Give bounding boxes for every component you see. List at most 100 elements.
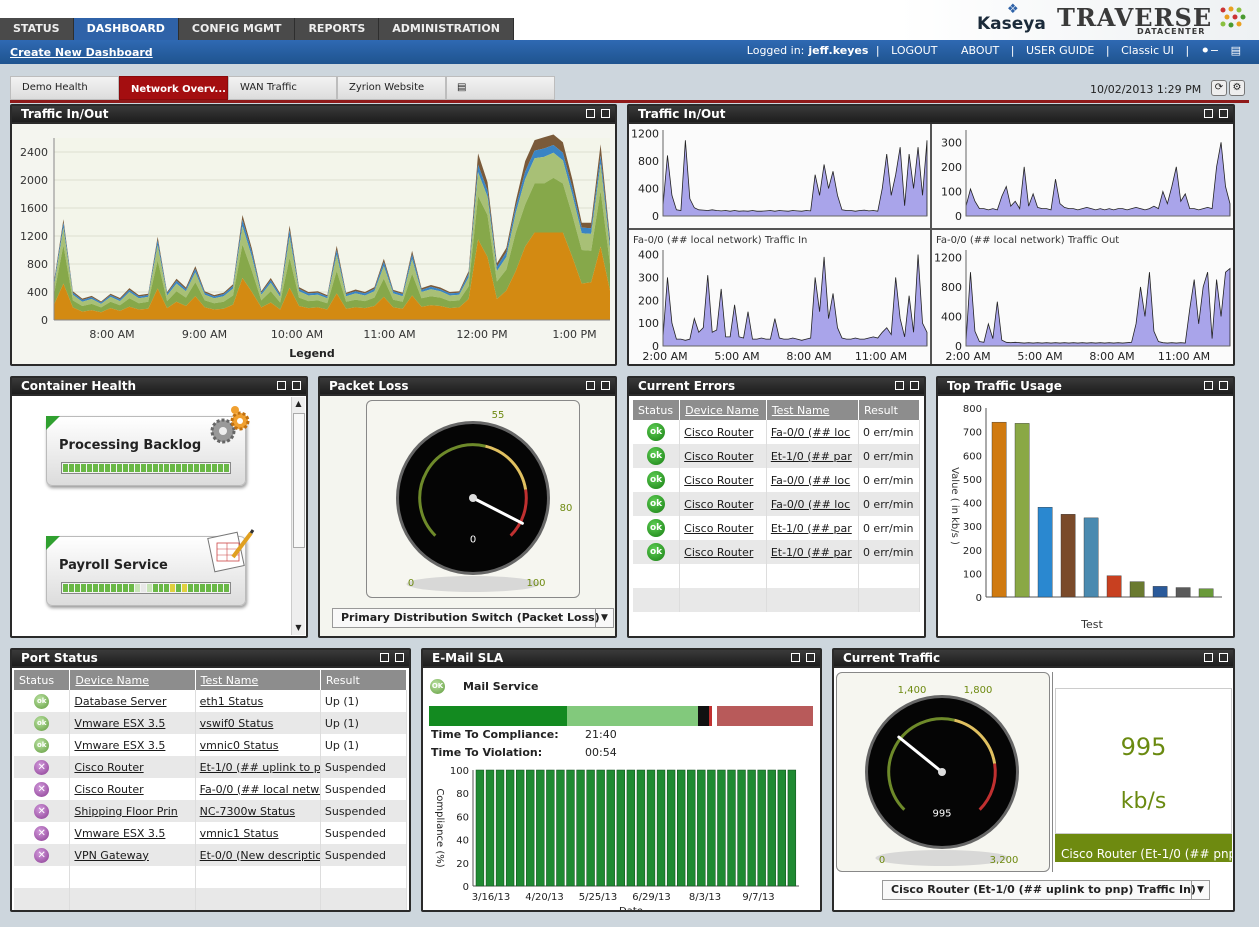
table-row[interactable]: ok Cisco Router Fa-0/0 (## loc 0 err/min <box>633 420 921 444</box>
device-link[interactable]: Cisco Router <box>684 426 753 439</box>
export-icon[interactable]: ▤ <box>1231 44 1241 57</box>
table-row[interactable]: ✕ Cisco Router Fa-0/0 (## local network)… <box>14 778 408 800</box>
device-link[interactable]: Cisco Router <box>684 450 753 463</box>
dashboard-tab-zyrion-website[interactable]: Zyrion Website <box>337 76 446 100</box>
test-name-cell[interactable]: Fa-0/0 (## loc <box>766 420 859 444</box>
maximize-icon[interactable] <box>1219 109 1228 118</box>
popout-icon[interactable] <box>1204 653 1213 662</box>
table-row[interactable]: ok Database Server eth1 Status Up (1) <box>14 690 408 712</box>
settings-icon[interactable]: ⚙ <box>1229 80 1245 96</box>
container-item[interactable]: Payroll Service <box>46 529 255 606</box>
dashboard-tab-wan-traffic[interactable]: WAN Traffic <box>228 76 337 100</box>
refresh-icon[interactable]: ⟳ <box>1211 80 1227 96</box>
test-link[interactable]: Et-0/0 (New description) Stat <box>200 849 320 862</box>
popout-icon[interactable] <box>380 653 389 662</box>
device-name-cell[interactable]: Cisco Router <box>69 756 196 778</box>
dashboard-tab-network-overview[interactable]: Network Overv... <box>119 76 228 100</box>
logout-link[interactable]: LOGOUT <box>891 44 937 57</box>
device-name-cell[interactable]: Cisco Router <box>679 420 767 444</box>
device-link[interactable]: Cisco Router <box>684 546 753 559</box>
scroll-up-icon[interactable]: ▲ <box>292 397 305 411</box>
test-link[interactable]: Et-1/0 (## par <box>771 546 852 559</box>
col-status[interactable]: Status <box>14 670 71 690</box>
popout-icon[interactable] <box>791 653 800 662</box>
col-test-name[interactable]: Test Name <box>195 670 321 690</box>
device-link[interactable]: Cisco Router <box>684 522 753 535</box>
test-name-cell[interactable]: vswif0 Status <box>195 712 321 734</box>
test-name-cell[interactable]: vmnic1 Status <box>195 822 321 844</box>
device-link[interactable]: Cisco Router <box>684 474 753 487</box>
col-test-name[interactable]: Test Name <box>766 400 859 420</box>
test-name-cell[interactable]: Et-1/0 (## par <box>766 540 859 564</box>
maximize-icon[interactable] <box>395 653 404 662</box>
maximize-icon[interactable] <box>601 109 610 118</box>
col-device-name[interactable]: Device Name <box>69 670 196 690</box>
device-name-cell[interactable]: Shipping Floor Prin <box>69 800 196 822</box>
dashboard-tab-list-icon[interactable]: ▤ <box>446 76 555 100</box>
dropdown-arrow-icon[interactable]: ▼ <box>595 609 613 627</box>
table-row[interactable]: ok Cisco Router Fa-0/0 (## loc 0 err/min <box>633 492 921 516</box>
test-link[interactable]: Fa-0/0 (## loc <box>771 474 850 487</box>
device-name-cell[interactable]: Vmware ESX 3.5 <box>69 822 196 844</box>
col-result[interactable]: Result <box>858 400 921 420</box>
table-row[interactable]: ✕ Shipping Floor Prin NC-7300w Status Su… <box>14 800 408 822</box>
nav-tab-reports[interactable]: REPORTS <box>295 18 380 40</box>
device-link[interactable]: VPN Gateway <box>74 849 148 862</box>
table-row[interactable]: ok Cisco Router Et-1/0 (## par 0 err/min <box>633 444 921 468</box>
dashboard-tab-demo-health[interactable]: Demo Health <box>10 76 119 100</box>
popout-icon[interactable] <box>1204 109 1213 118</box>
test-name-cell[interactable]: Fa-0/0 (## local network) St <box>195 778 321 800</box>
maximize-icon[interactable] <box>601 381 610 390</box>
table-row[interactable]: ok Cisco Router Fa-0/0 (## loc 0 err/min <box>633 468 921 492</box>
maximize-icon[interactable] <box>1219 653 1228 662</box>
test-link[interactable]: Fa-0/0 (## local network) St <box>200 783 320 796</box>
popout-icon[interactable] <box>277 381 286 390</box>
nav-tab-administration[interactable]: ADMINISTRATION <box>379 18 514 40</box>
popout-icon[interactable] <box>586 109 595 118</box>
user-guide-link[interactable]: USER GUIDE <box>1026 44 1094 57</box>
create-dashboard-link[interactable]: Create New Dashboard <box>10 46 153 59</box>
scroll-thumb[interactable] <box>293 413 305 548</box>
test-link[interactable]: Et-1/0 (## uplink to pnp) St <box>200 761 320 774</box>
device-name-cell[interactable]: Vmware ESX 3.5 <box>69 712 196 734</box>
test-name-cell[interactable]: Et-1/0 (## par <box>766 444 859 468</box>
test-name-cell[interactable]: vmnic0 Status <box>195 734 321 756</box>
col-status[interactable]: Status <box>633 400 681 420</box>
test-link[interactable]: eth1 Status <box>200 695 264 708</box>
about-link[interactable]: ABOUT <box>961 44 999 57</box>
popout-icon[interactable] <box>1204 381 1213 390</box>
device-name-cell[interactable]: Database Server <box>69 690 196 712</box>
device-name-cell[interactable]: Cisco Router <box>679 540 767 564</box>
device-link[interactable]: Vmware ESX 3.5 <box>74 739 165 752</box>
device-link[interactable]: Shipping Floor Prin <box>74 805 177 818</box>
key-icon[interactable]: ⚫− <box>1201 44 1219 57</box>
col-device-name[interactable]: Device Name <box>679 400 767 420</box>
test-link[interactable]: Fa-0/0 (## loc <box>771 426 850 439</box>
classic-ui-link[interactable]: Classic UI <box>1121 44 1174 57</box>
device-link[interactable]: Cisco Router <box>74 761 143 774</box>
maximize-icon[interactable] <box>1219 381 1228 390</box>
test-name-cell[interactable]: Fa-0/0 (## loc <box>766 468 859 492</box>
device-name-cell[interactable]: Cisco Router <box>679 492 767 516</box>
maximize-icon[interactable] <box>910 381 919 390</box>
test-link[interactable]: vmnic0 Status <box>200 739 279 752</box>
table-row[interactable]: ✕ VPN Gateway Et-0/0 (New description) S… <box>14 844 408 866</box>
table-row[interactable]: ✕ Cisco Router Et-1/0 (## uplink to pnp)… <box>14 756 408 778</box>
table-row[interactable]: ✕ Vmware ESX 3.5 vmnic1 Status Suspended <box>14 822 408 844</box>
nav-tab-config-mgmt[interactable]: CONFIG MGMT <box>178 18 296 40</box>
maximize-icon[interactable] <box>292 381 301 390</box>
test-link[interactable]: Et-1/0 (## par <box>771 450 852 463</box>
test-name-cell[interactable]: Et-0/0 (New description) Stat <box>195 844 321 866</box>
test-link[interactable]: vswif0 Status <box>200 717 274 730</box>
test-link[interactable]: NC-7300w Status <box>200 805 295 818</box>
device-name-cell[interactable]: Cisco Router <box>69 778 196 800</box>
nav-tab-status[interactable]: STATUS <box>0 18 74 40</box>
device-name-cell[interactable]: Cisco Router <box>679 444 767 468</box>
test-name-cell[interactable]: Fa-0/0 (## loc <box>766 492 859 516</box>
nav-tab-dashboard[interactable]: DASHBOARD <box>73 18 179 40</box>
test-link[interactable]: vmnic1 Status <box>200 827 279 840</box>
maximize-icon[interactable] <box>806 653 815 662</box>
table-row[interactable]: ok Cisco Router Et-1/0 (## par 0 err/min <box>633 516 921 540</box>
test-name-cell[interactable]: NC-7300w Status <box>195 800 321 822</box>
container-item[interactable]: Processing Backlog <box>46 406 250 486</box>
